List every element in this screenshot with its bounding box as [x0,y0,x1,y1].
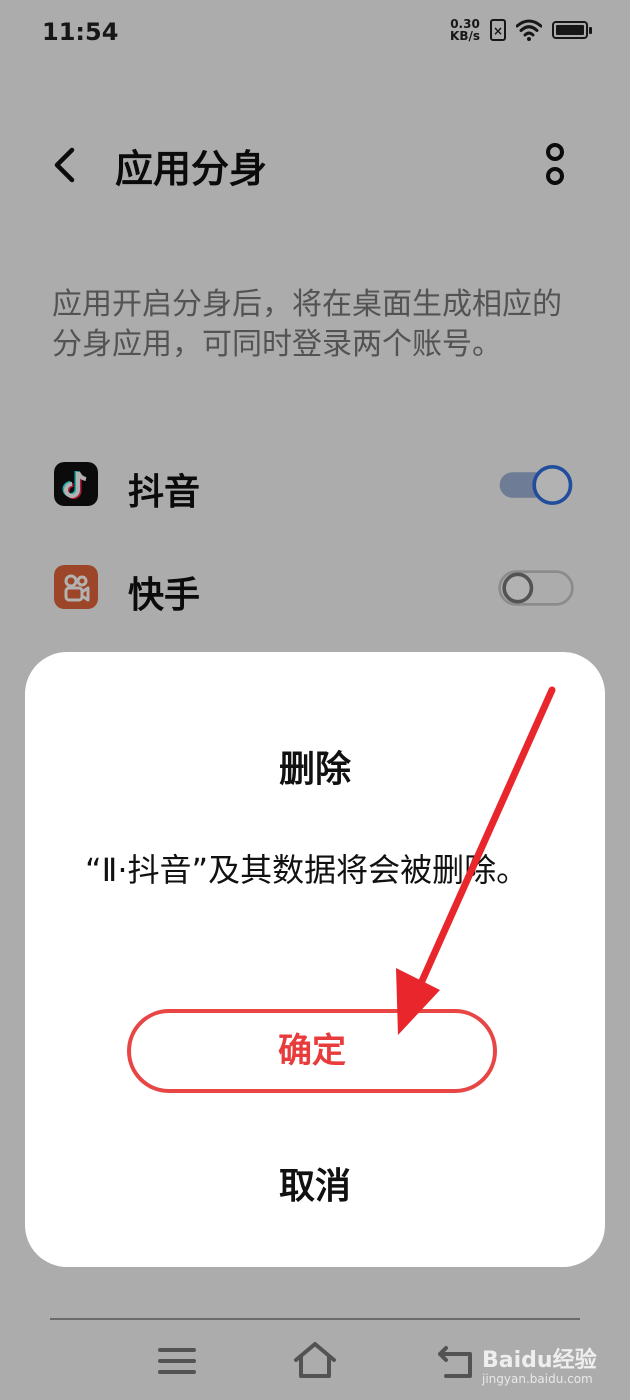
confirm-button[interactable]: 确定 [127,1009,497,1093]
watermark-logo: Baidu经验 [482,1348,597,1373]
dialog-message: “Ⅱ·抖音”及其数据将会被删除。 [85,851,529,889]
dialog-title: 删除 [278,749,351,790]
delete-dialog: 删除 “Ⅱ·抖音”及其数据将会被删除。 确定 取消 [25,652,605,1267]
watermark-url: jingyan.baidu.com [482,1372,593,1386]
cancel-button[interactable]: 取消 [175,1157,455,1217]
